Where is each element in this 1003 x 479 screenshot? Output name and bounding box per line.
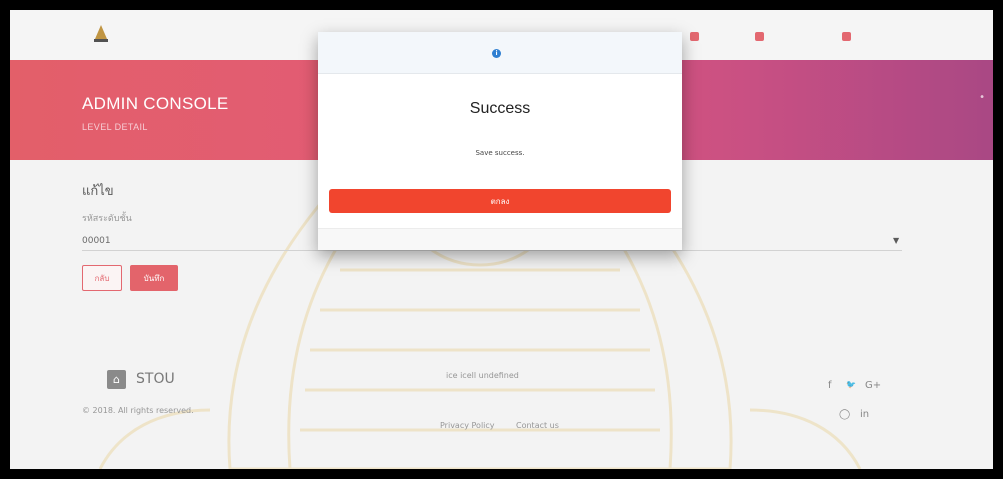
dialog-footer <box>318 228 682 250</box>
page: ADMIN CONSOLE LEVEL DETAIL • แก้ไข รหัสร… <box>10 10 993 469</box>
dialog-header: i <box>318 32 682 74</box>
ok-button[interactable]: ตกลง <box>329 189 671 213</box>
success-dialog: i Success Save success. ตกลง <box>318 32 682 250</box>
dialog-message: Save success. <box>475 149 525 157</box>
info-icon: i <box>492 49 501 58</box>
browser-viewport: ADMIN CONSOLE LEVEL DETAIL • แก้ไข รหัสร… <box>10 10 993 469</box>
dialog-title: Success <box>469 100 531 117</box>
